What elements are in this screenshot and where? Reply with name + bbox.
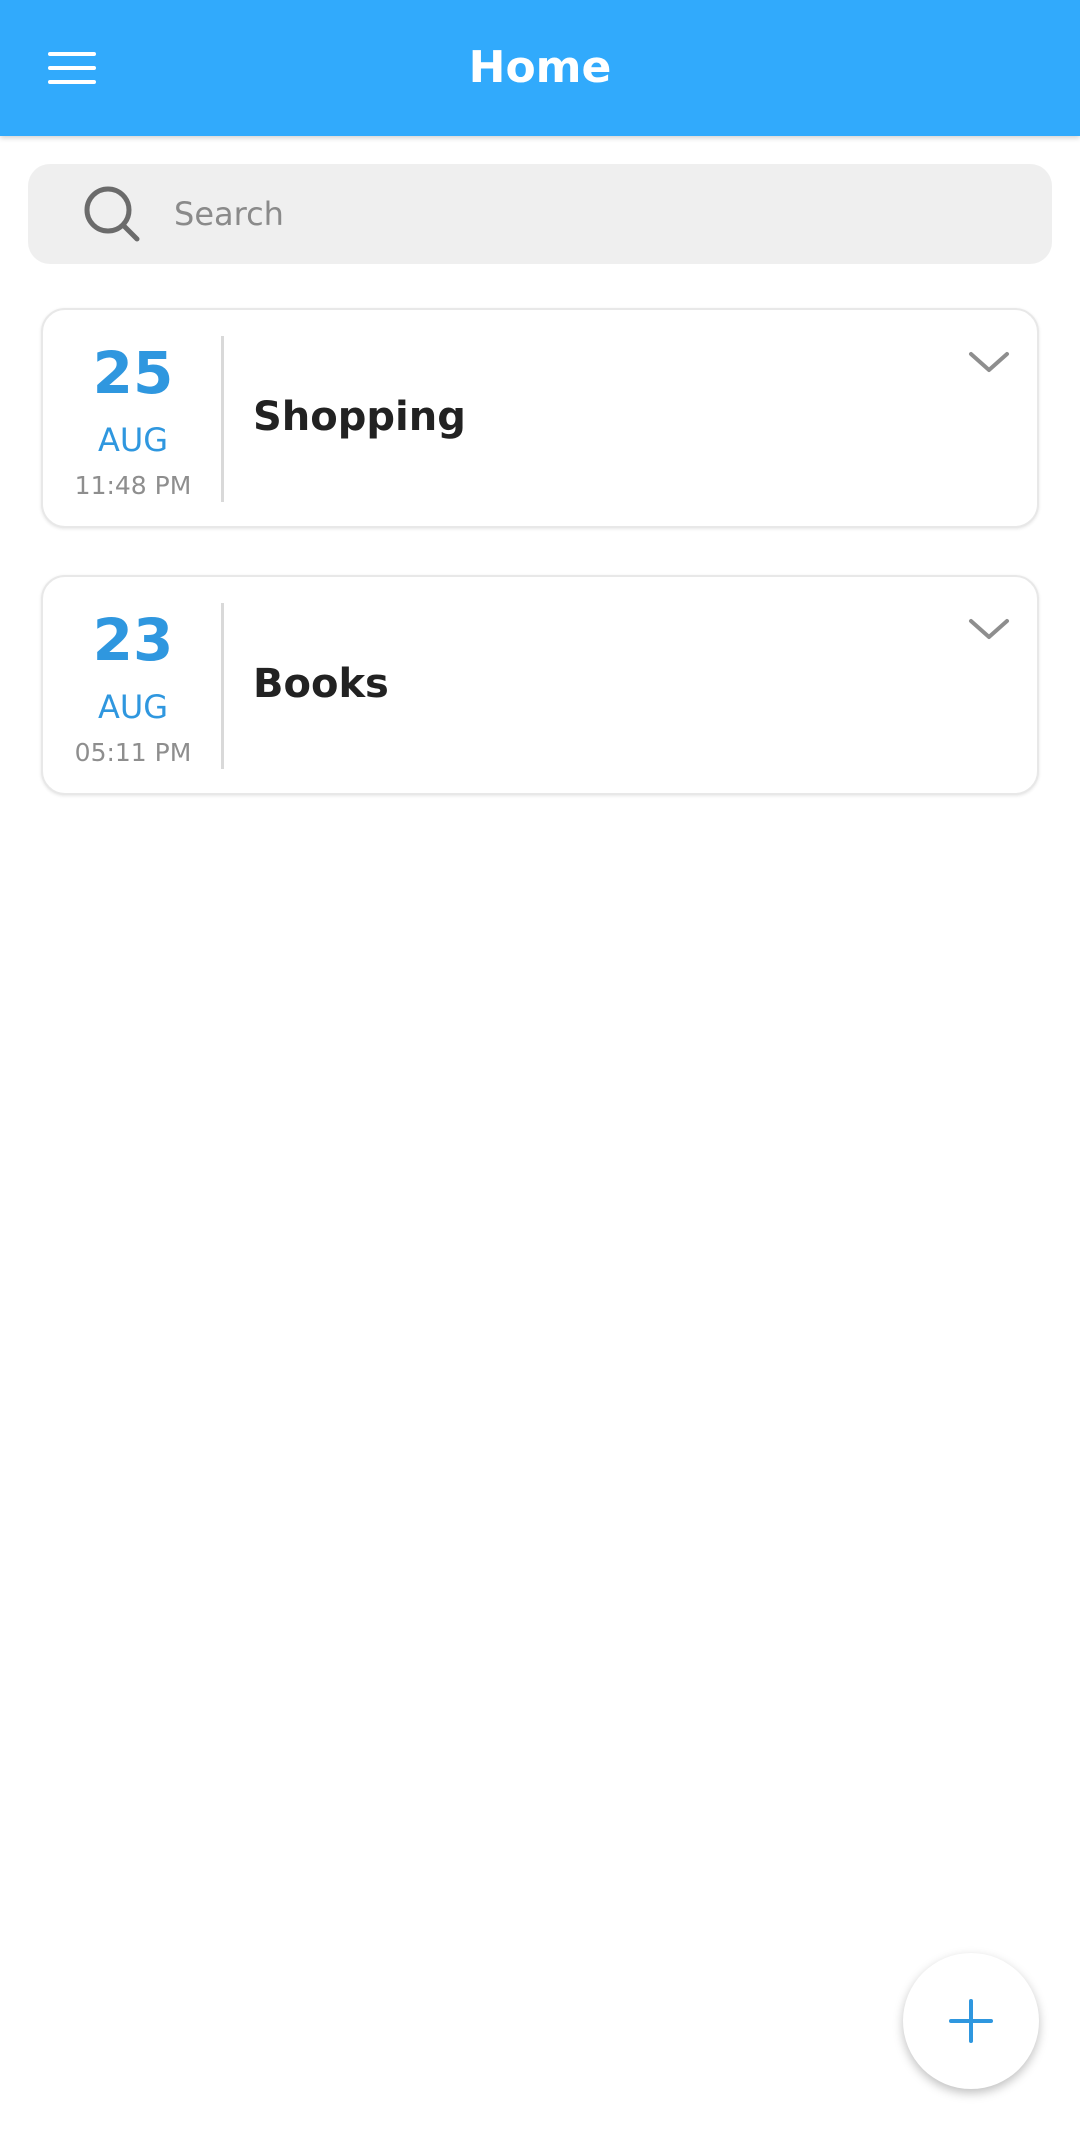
app-root: Home 25 AUG 11:48 PM Shopping 23 AUG 05:… xyxy=(0,0,1080,2131)
note-divider xyxy=(221,603,224,769)
app-bar: Home xyxy=(0,0,1080,136)
chevron-down-icon[interactable] xyxy=(967,348,1011,378)
note-title: Shopping xyxy=(253,394,466,440)
note-divider xyxy=(221,336,224,502)
note-month: AUG xyxy=(97,688,169,726)
note-card[interactable]: 25 AUG 11:48 PM Shopping xyxy=(41,308,1039,528)
note-day: 25 xyxy=(92,339,174,407)
note-time: 11:48 PM xyxy=(74,471,192,500)
search-input[interactable] xyxy=(174,176,1014,252)
note-time: 05:11 PM xyxy=(74,738,192,767)
chevron-down-icon[interactable] xyxy=(967,615,1011,645)
note-day: 23 xyxy=(92,606,174,674)
add-note-button[interactable] xyxy=(903,1953,1039,2089)
page-title: Home xyxy=(468,42,612,93)
search-icon xyxy=(84,186,140,242)
note-date: 25 AUG 11:48 PM xyxy=(43,310,223,530)
note-date: 23 AUG 05:11 PM xyxy=(43,577,223,797)
note-month: AUG xyxy=(97,421,169,459)
note-title: Books xyxy=(253,661,389,707)
note-card[interactable]: 23 AUG 05:11 PM Books xyxy=(41,575,1039,795)
plus-icon xyxy=(969,1999,973,2043)
